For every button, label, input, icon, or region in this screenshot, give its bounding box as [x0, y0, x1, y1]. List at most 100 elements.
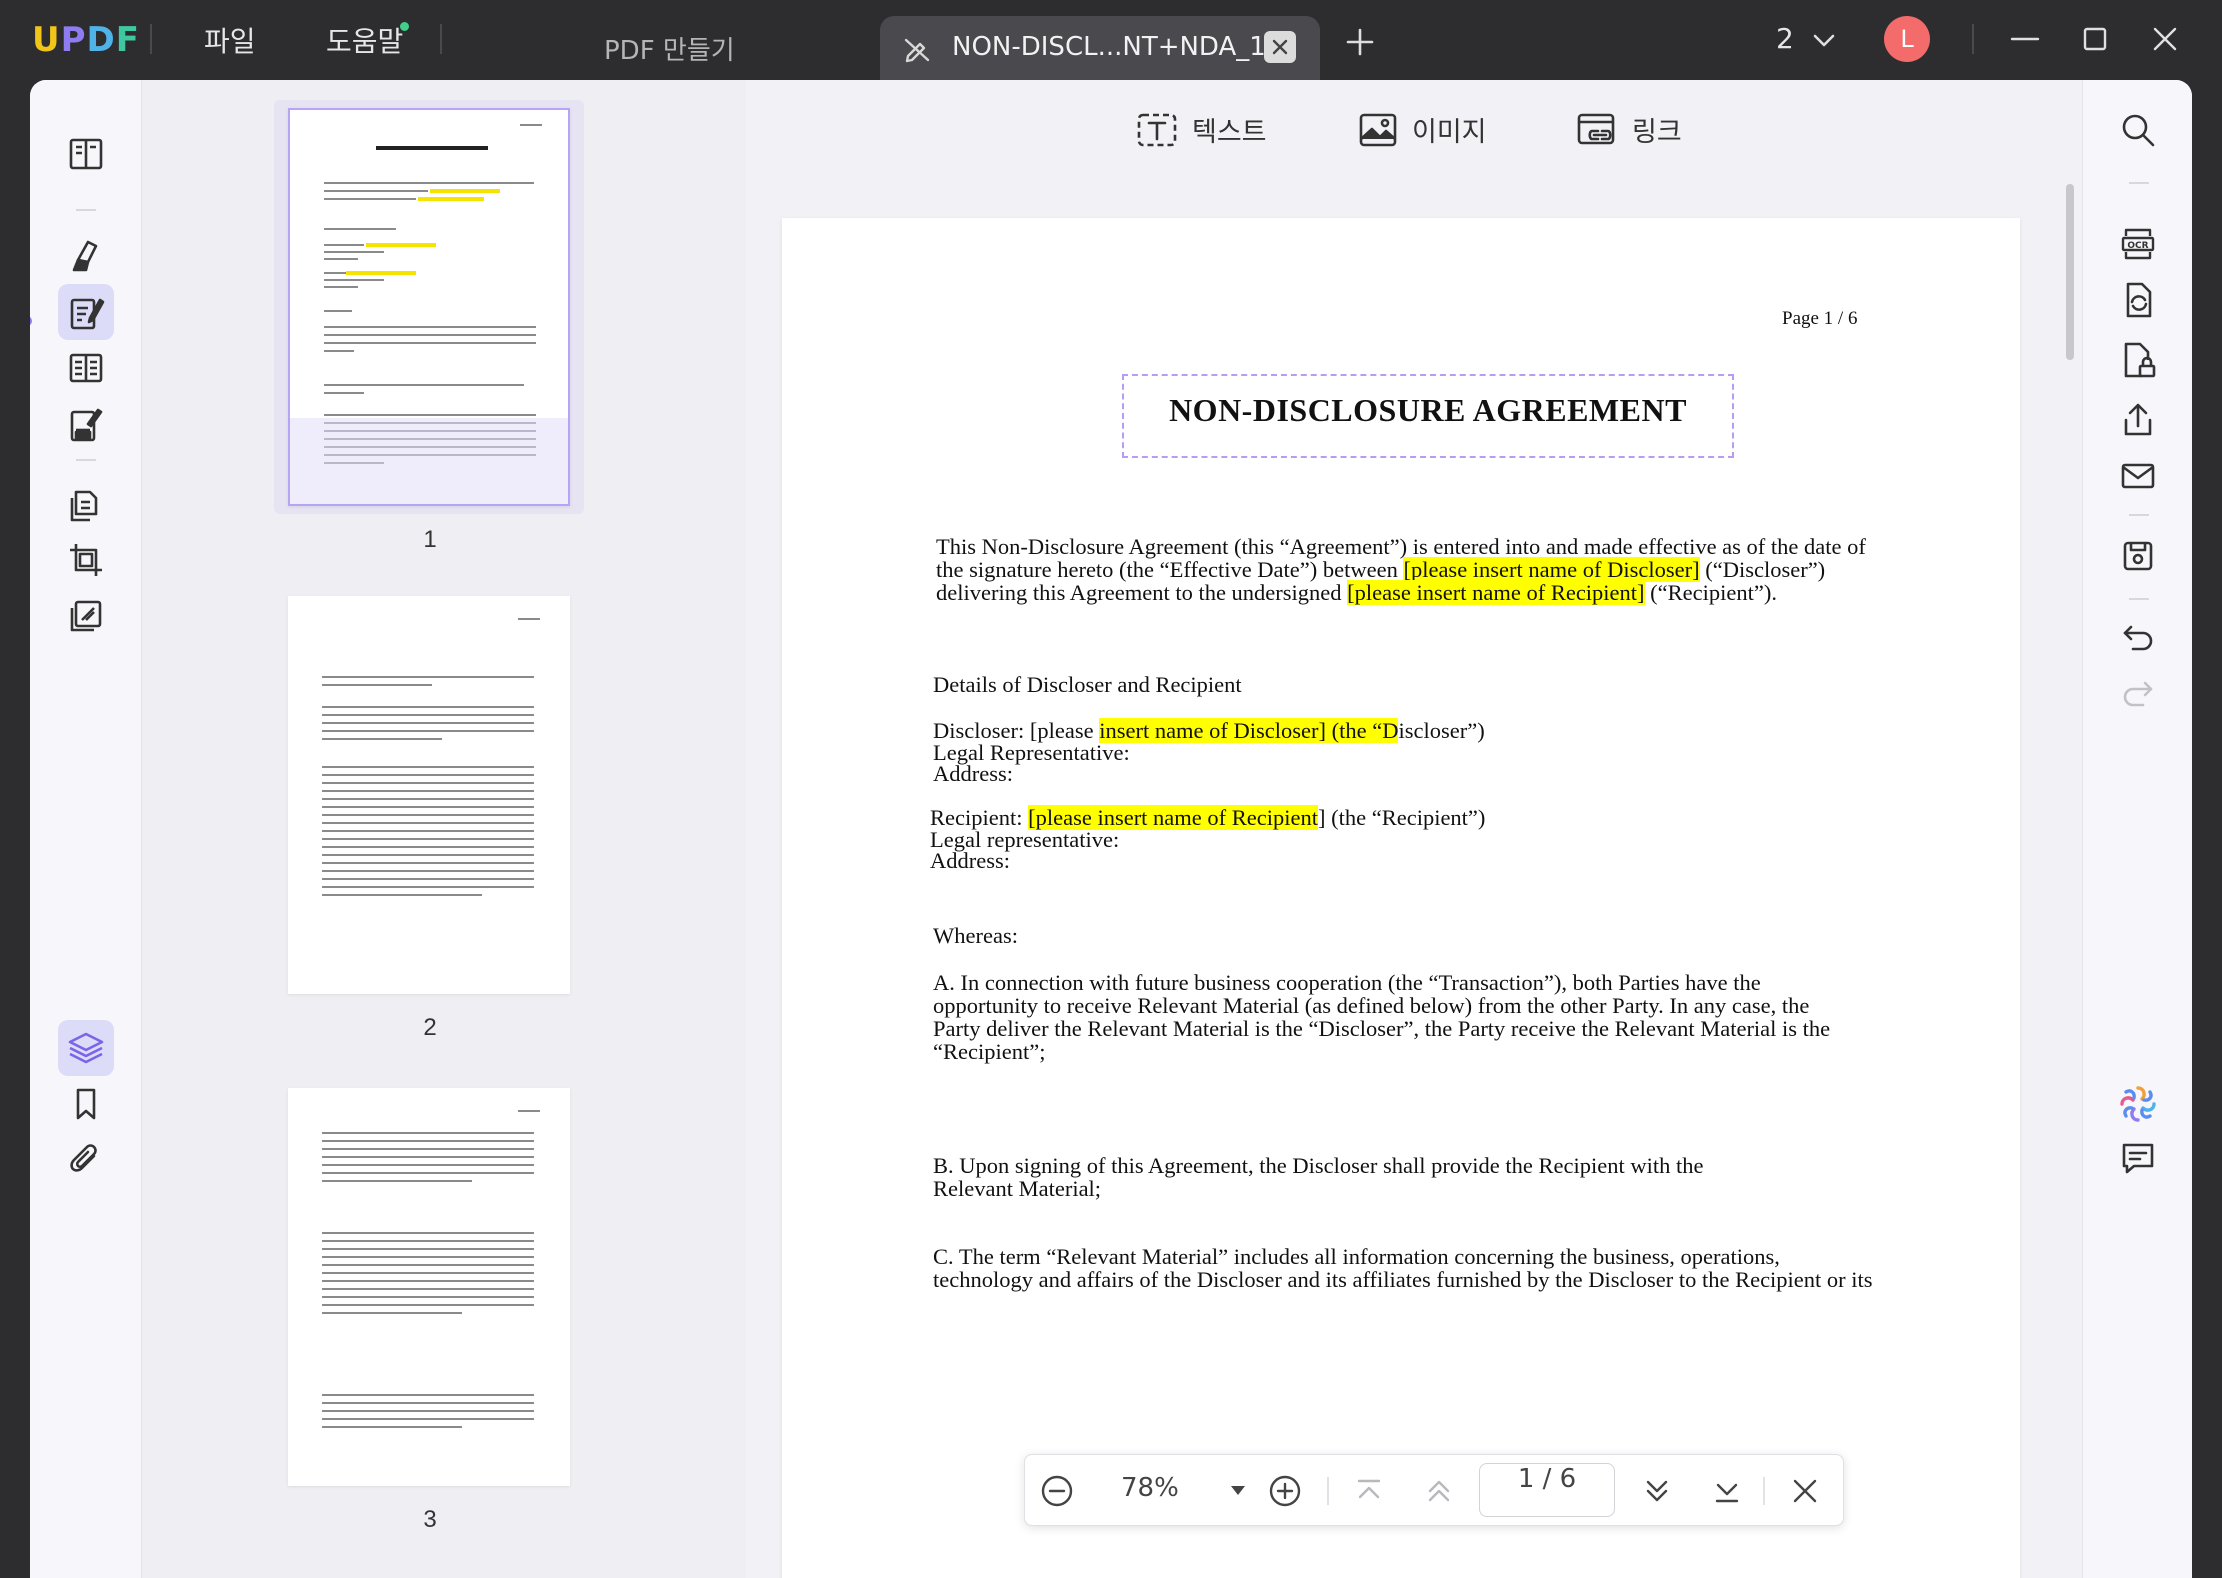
fill-sign-button[interactable] [58, 396, 114, 452]
title-separator [440, 24, 442, 54]
thumbnail-text-line [322, 1402, 534, 1404]
form-sign-icon [70, 408, 103, 442]
thumbnail-text-line [322, 774, 534, 776]
pdf-page[interactable]: Page 1 / 6 NON-DISCLOSURE AGREEMENT This… [782, 218, 2020, 1578]
watermark-button[interactable] [58, 588, 114, 644]
document-area: 텍스트 이미지 링크 Page 1 / 6 NON-DISCLOSURE AGR… [746, 80, 2082, 1578]
first-page-icon[interactable] [1351, 1473, 1387, 1514]
undo-button[interactable] [2112, 610, 2164, 662]
zoom-dropdown-icon[interactable] [1225, 1477, 1251, 1508]
navbar-separator [1763, 1477, 1765, 1505]
thumbnail-text-line [322, 894, 482, 896]
active-indicator-dot [30, 316, 32, 326]
paperclip-icon [70, 1144, 97, 1172]
ai-assistant-button[interactable] [2112, 1078, 2164, 1130]
document-title: NON-DISCLOSURE AGREEMENT [1169, 392, 1687, 428]
discloser-placeholder: insert name of Discloser] (the “D [1099, 718, 1399, 743]
thumbnail-text-line [322, 838, 534, 840]
ocr-button[interactable]: OCR [2112, 218, 2164, 270]
protect-button[interactable] [2112, 334, 2164, 386]
page-label: Page 1 / 6 [1782, 308, 1858, 329]
thumbnail-text-line [322, 1172, 534, 1174]
next-page-icon[interactable] [1639, 1473, 1675, 1514]
crop-button[interactable] [58, 532, 114, 588]
intro-text: delivering this Agreement to the undersi… [936, 580, 1348, 605]
redo-button[interactable] [2112, 666, 2164, 718]
save-icon [2123, 541, 2153, 571]
tab-document[interactable]: NON-DISCL...NT+NDA_1* [880, 16, 1320, 80]
thumbnail-text-line [518, 618, 540, 620]
updf-logo[interactable]: UPDF [32, 20, 140, 60]
thumbnail-text-line [324, 286, 358, 288]
thumbnail-text-line [322, 782, 534, 784]
thumbnail-page-1[interactable] [288, 108, 570, 506]
recipient-text: ] (the “Recipient”) [1318, 805, 1486, 830]
window-count-dropdown[interactable]: 2 [1776, 22, 1837, 55]
search-button[interactable] [2112, 104, 2164, 156]
add-image-tool[interactable]: 이미지 [1358, 110, 1487, 149]
previous-page-icon[interactable] [1421, 1473, 1457, 1514]
bookmark-button[interactable] [58, 1076, 114, 1132]
layers-button[interactable] [58, 1020, 114, 1076]
share-button[interactable] [2112, 394, 2164, 446]
clause-a-line[interactable]: Party deliver the Relevant Material is t… [933, 1014, 1830, 1044]
zoom-out-icon[interactable] [1039, 1473, 1075, 1514]
thumbnail-text-line [322, 1426, 462, 1428]
recipient-address-line[interactable]: Address: [930, 846, 1010, 876]
vertical-scrollbar[interactable] [2066, 184, 2074, 360]
page-number-input[interactable]: 1 / 6 [1479, 1463, 1615, 1517]
thumbnail-text-line [518, 1110, 540, 1112]
thumbnail-page-2[interactable] [288, 596, 570, 994]
attachment-button[interactable] [58, 1132, 114, 1188]
clause-b-line[interactable]: Relevant Material; [933, 1174, 1101, 1204]
window-count: 2 [1776, 22, 1794, 55]
tab-close-icon[interactable] [1264, 31, 1296, 63]
thumbnail-text-line [322, 738, 442, 740]
save-button[interactable] [2112, 530, 2164, 582]
menu-help[interactable]: 도움말 [326, 20, 403, 60]
thumbnail-text-line [324, 310, 352, 312]
thumbnail-text-line [324, 182, 534, 184]
comments-button[interactable] [2112, 1132, 2164, 1184]
zoom-in-icon[interactable] [1267, 1473, 1303, 1514]
new-tab-plus-icon[interactable] [1344, 26, 1376, 63]
thumbnail-text-line [322, 862, 534, 864]
intro-line[interactable]: delivering this Agreement to the undersi… [936, 578, 1777, 608]
toolbar-separator [76, 209, 96, 211]
add-text-tool[interactable]: 텍스트 [1136, 110, 1267, 149]
close-window-icon[interactable] [2148, 22, 2182, 61]
edit-pdf-button[interactable] [58, 284, 114, 340]
details-heading[interactable]: Details of Discloser and Recipient [933, 670, 1242, 700]
zoom-level[interactable]: 78% [1121, 1473, 1179, 1503]
comment-mode-button[interactable] [58, 228, 114, 284]
discloser-address-line[interactable]: Address: [933, 759, 1013, 789]
title-text-box[interactable]: NON-DISCLOSURE AGREEMENT [1122, 374, 1734, 458]
thumbnail-text-line [322, 1304, 534, 1306]
thumbnail-text-line [324, 272, 346, 274]
tab-create-pdf[interactable]: PDF 만들기 [604, 30, 735, 67]
thumbnail-text-line [322, 1180, 472, 1182]
menu-file[interactable]: 파일 [204, 20, 256, 60]
discloser-text: iscloser”) [1398, 718, 1485, 743]
page-tools-button[interactable] [58, 478, 114, 534]
clause-c-line[interactable]: technology and affairs of the Discloser … [933, 1265, 1873, 1295]
whereas-heading[interactable]: Whereas: [933, 921, 1018, 951]
thumbnail-page-3[interactable] [288, 1088, 570, 1486]
thumbnail-text-line [322, 1256, 534, 1258]
clause-a-line[interactable]: “Recipient”; [933, 1037, 1045, 1067]
add-link-tool[interactable]: 링크 [1576, 110, 1682, 149]
image-tool-icon [1359, 113, 1397, 146]
last-page-icon[interactable] [1709, 1473, 1745, 1514]
watermark-icon [70, 600, 102, 632]
convert-button[interactable] [2112, 274, 2164, 326]
email-button[interactable] [2112, 450, 2164, 502]
close-navbar-icon[interactable] [1787, 1473, 1823, 1514]
reader-mode-button[interactable] [58, 126, 114, 182]
user-avatar[interactable]: L [1884, 16, 1930, 62]
minimize-icon[interactable] [2008, 22, 2042, 61]
thumbnail-text-line [324, 244, 364, 246]
organize-pages-button[interactable] [58, 340, 114, 396]
title-separator [150, 24, 152, 54]
maximize-icon[interactable] [2078, 22, 2112, 61]
edit-document-icon [70, 298, 105, 330]
